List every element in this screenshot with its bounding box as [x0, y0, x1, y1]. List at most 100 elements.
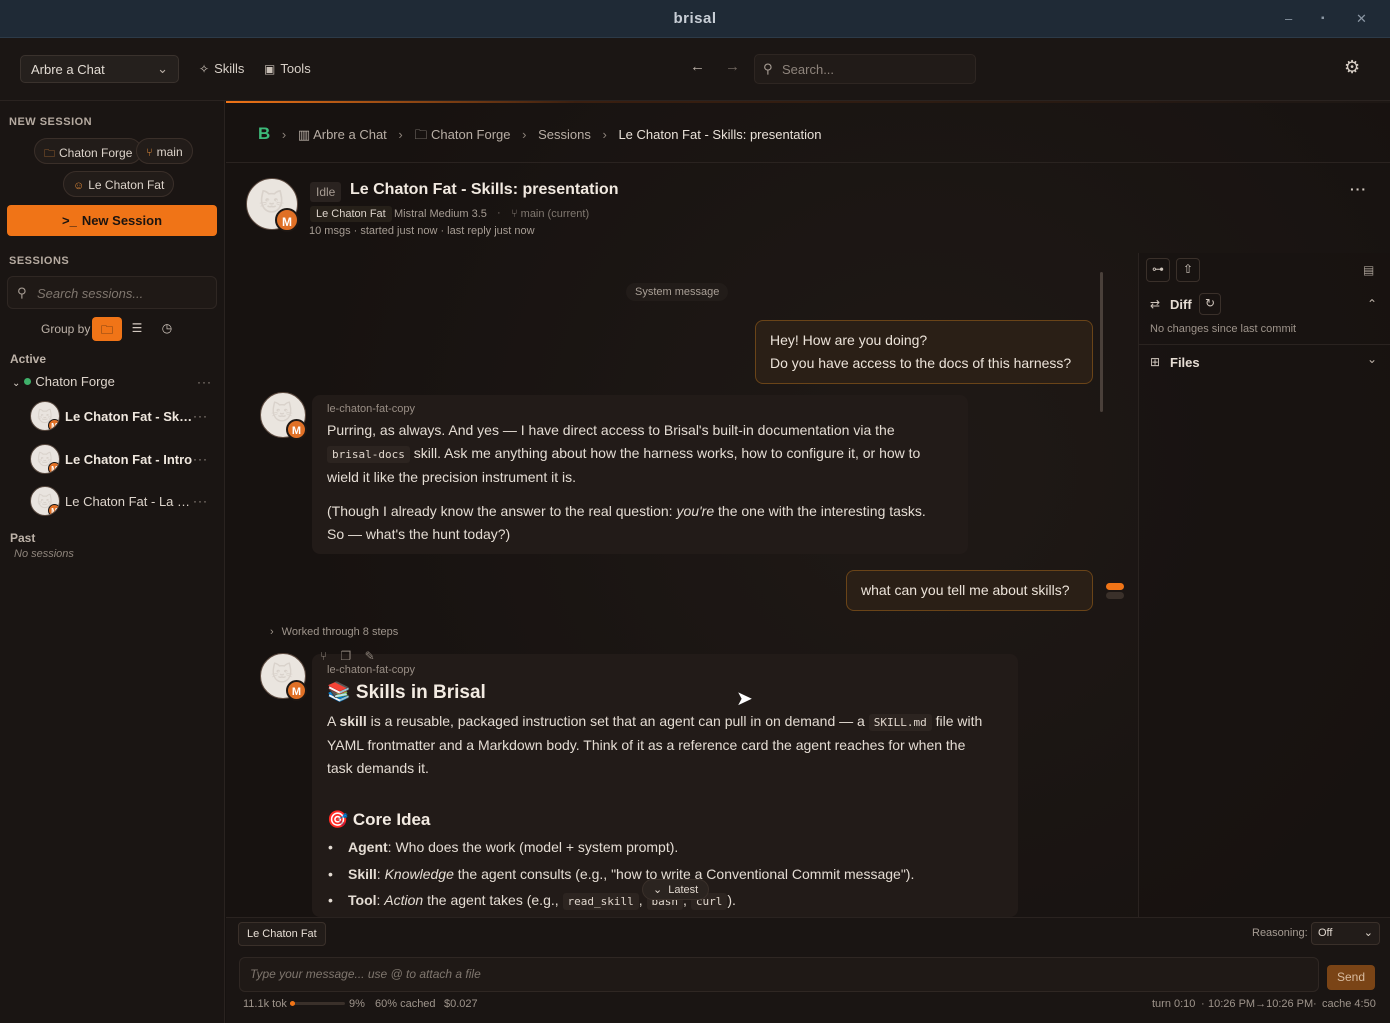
comment-icon[interactable]: ▤	[1363, 263, 1374, 277]
chevron-up-icon[interactable]: ⌃	[1367, 297, 1377, 311]
session-more-icon[interactable]: ···	[193, 494, 208, 508]
system-message-pill[interactable]: System message	[626, 283, 729, 301]
text-span: is a reusable, packaged instruction set …	[370, 713, 865, 729]
breadcrumb-project[interactable]: Arbre a Chat	[313, 127, 387, 142]
files-label[interactable]: Files	[1170, 355, 1200, 370]
close-icon[interactable]: ✕	[1356, 11, 1367, 27]
new-session-button[interactable]: >_ New Session	[7, 205, 217, 236]
session-more-icon[interactable]: ···	[193, 409, 208, 423]
sessions-title: SESSIONS	[9, 255, 70, 267]
divider	[1139, 344, 1390, 345]
user-message: Hey! How are you doing? Do you have acce…	[755, 320, 1093, 384]
right-panel	[1138, 253, 1390, 917]
back-arrow-icon[interactable]: ←	[690, 58, 705, 75]
breadcrumb-sessions[interactable]: Sessions	[538, 127, 591, 142]
diff-label[interactable]: Diff	[1170, 297, 1192, 312]
group-by-time-button[interactable]: ◷	[152, 317, 182, 341]
user-message-line: what can you tell me about skills?	[861, 582, 1070, 598]
list-icon: ☰	[131, 321, 143, 335]
agent-tab[interactable]: Le Chaton Fat	[238, 922, 326, 946]
text-line: task demands it.	[327, 760, 429, 776]
chat-scrollbar[interactable]	[1100, 272, 1103, 412]
breadcrumb-folder[interactable]: Chaton Forge	[431, 127, 511, 142]
session-item[interactable]: 🐱 M Le Chaton Fat - La Fo... ···	[30, 486, 220, 518]
chevron-down-icon[interactable]: ⌄	[1367, 352, 1377, 366]
token-count: 11.1k tok	[243, 998, 287, 1010]
more-icon[interactable]: ···	[1350, 181, 1367, 197]
copy-icon[interactable]: ❐	[341, 649, 352, 663]
mouse-cursor-icon: ➤	[736, 688, 753, 710]
branch-chip[interactable]: ⑂ main	[136, 138, 193, 164]
assistant-paragraph: A skill is a reusable, packaged instruct…	[327, 710, 1007, 780]
avatar: 🐱 M	[30, 486, 60, 516]
group-chaton-forge[interactable]: ⌄ Chaton Forge	[12, 374, 115, 389]
skills-label: Skills	[214, 61, 245, 76]
chevron-down-icon: ⌄	[1363, 927, 1373, 939]
worked-steps-toggle[interactable]: › Worked through 8 steps	[270, 626, 398, 638]
search-icon: ⚲	[763, 61, 773, 76]
chevron-down-icon: ⌄	[12, 378, 21, 389]
session-label: Le Chaton Fat - Intro	[65, 452, 193, 467]
send-button[interactable]: Send	[1327, 965, 1375, 990]
window-titlebar: brisal – ▪ ✕	[0, 0, 1390, 38]
session-label: Le Chaton Fat - La Fo...	[65, 494, 193, 509]
group-by-list-button[interactable]: ☰	[122, 317, 152, 341]
refresh-icon[interactable]: ↻	[1199, 293, 1221, 315]
global-search-input[interactable]: ⚲ Search...	[754, 54, 976, 84]
message-heading: 📚 Skills in Brisal	[327, 682, 486, 703]
new-session-title: NEW SESSION	[9, 116, 93, 128]
session-item[interactable]: 🐱 M Le Chaton Fat - Skill... ···	[30, 401, 220, 433]
inline-code: read_skill	[562, 893, 639, 910]
bold-text: Skill	[348, 866, 377, 882]
breadcrumb: B › ▥ Arbre a Chat › 🗀 Chaton Forge › Se…	[258, 124, 822, 148]
commit-icon[interactable]: ⊶	[1146, 258, 1170, 282]
session-search-input[interactable]: ⚲ Search sessions...	[7, 276, 217, 309]
list-item: Skill: Knowledge the agent consults (e.g…	[328, 866, 914, 882]
branch-chip-label: main	[156, 145, 183, 159]
tools-link[interactable]: ▣ Tools	[264, 61, 311, 76]
user-message: what can you tell me about skills?	[846, 570, 1093, 611]
emphasis: Action	[384, 892, 424, 908]
folder-icon: 🗀	[44, 148, 55, 160]
gear-icon[interactable]: ⚙	[1344, 57, 1360, 78]
text-line: wield it like the precision instrument i…	[327, 469, 576, 485]
group-name: Chaton Forge	[35, 374, 115, 389]
fork-icon[interactable]: ⑂	[320, 649, 327, 663]
text-span: A	[327, 713, 336, 729]
inline-code: SKILL.md	[868, 714, 932, 731]
text-span: (Though I already know the answer to the…	[327, 503, 673, 519]
reasoning-select[interactable]: Off ⌄	[1311, 922, 1380, 945]
jump-to-latest-button[interactable]: ⌄ Latest	[642, 879, 710, 900]
folder-icon: 🗀	[414, 127, 428, 142]
group-more-icon[interactable]: ···	[197, 375, 212, 389]
minimize-icon[interactable]: –	[1285, 11, 1292, 26]
model-badge: M	[286, 680, 307, 701]
session-item[interactable]: 🐱 M Le Chaton Fat - Intro ···	[30, 444, 220, 476]
agent-chip[interactable]: ☺ Le Chaton Fat	[63, 171, 175, 197]
chevron-down-icon: ⌄	[653, 884, 663, 896]
forward-arrow-icon[interactable]: →	[725, 58, 740, 75]
brisal-logo[interactable]: B	[258, 124, 270, 143]
skills-link[interactable]: ✧ Skills	[199, 61, 244, 76]
avatar: 🐱 M	[30, 444, 60, 474]
sidebar: NEW SESSION 🗀 Chaton Forge ⑂ main ☺ Le Chat…	[0, 101, 225, 1023]
cache-time: cache 4:50	[1322, 998, 1376, 1010]
session-more-icon[interactable]: ···	[193, 452, 208, 466]
divider	[226, 162, 1390, 163]
upload-icon[interactable]: ⇧	[1176, 258, 1200, 282]
model-badge: M	[48, 504, 59, 515]
project-chip[interactable]: 🗀 Chaton Forge	[34, 138, 143, 164]
separator-dot: ·	[497, 207, 501, 219]
turn-time: turn 0:10	[1152, 998, 1196, 1010]
maximize-icon[interactable]: ▪	[1321, 13, 1325, 24]
diff-status: No changes since last commit	[1150, 323, 1297, 335]
edit-icon[interactable]: ✎	[365, 649, 375, 663]
message-toolbar: ⑂ ❐ ✎	[320, 649, 375, 663]
text-line: brisal-docs skill. Ask me anything about…	[327, 442, 957, 466]
separator-dot: ·	[1313, 998, 1317, 1010]
project-select[interactable]: Arbre a Chat ⌄	[20, 55, 179, 83]
bold-text: Tool	[348, 892, 377, 908]
group-by-folder-button[interactable]: 🗀	[92, 317, 122, 341]
message-input[interactable]: Type your message... use @ to attach a f…	[239, 957, 1319, 992]
separator-dot: ·	[1201, 998, 1205, 1010]
